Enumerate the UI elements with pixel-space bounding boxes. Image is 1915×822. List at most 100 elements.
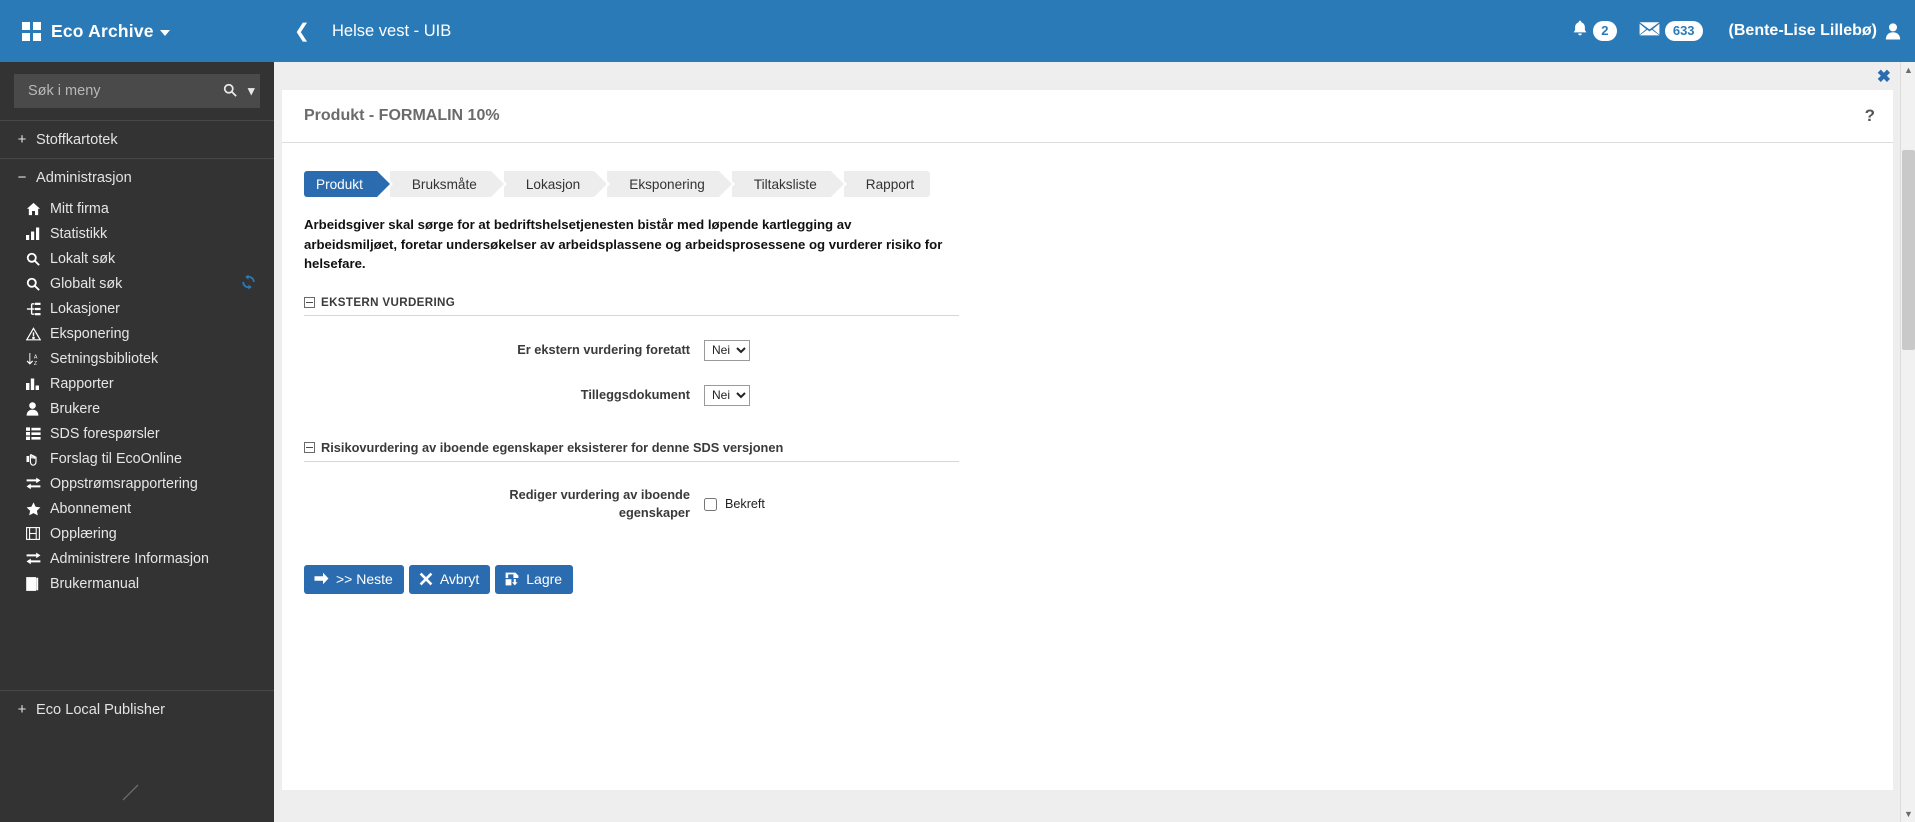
wizard-step-tiltaksliste[interactable]: Tiltaksliste [731, 171, 847, 197]
sidebar-item-label: Lokasjoner [50, 300, 120, 317]
sidebar-item-abonnement[interactable]: Abonnement [0, 496, 274, 521]
wizard-step-label: Tiltaksliste [753, 176, 817, 192]
button-label: Avbryt [439, 570, 480, 587]
scroll-up-arrow[interactable]: ▲ [1901, 62, 1915, 78]
search-input[interactable] [26, 82, 217, 100]
chevron-down-icon[interactable]: ▾ [243, 83, 260, 99]
chevron-left-icon[interactable]: ❮ [284, 22, 320, 41]
sidebar-item-label: Lokalt søk [50, 250, 116, 267]
section-header[interactable]: Risikovurdering av iboende egenskaper ek… [304, 440, 959, 462]
ekstern-vurdering-foretatt-select[interactable]: Nei Ja [704, 339, 750, 361]
sidebar-group-eco-local-publisher[interactable]: + Eco Local Publisher [0, 691, 274, 728]
sidebar-item-eksponering[interactable]: Eksponering [0, 321, 274, 346]
home-icon [26, 201, 46, 217]
wizard-step-bruksmate[interactable]: Bruksmåte [389, 171, 507, 197]
wizard-step-label: Rapport [865, 176, 915, 192]
wizard-step-label: Bruksmåte [411, 176, 477, 192]
section-header[interactable]: EKSTERN VURDERING [304, 296, 959, 316]
sidebar-item-globalt-sok[interactable]: Globalt søk [0, 271, 274, 296]
expand-plus-icon: + [17, 701, 27, 718]
minus-box-icon[interactable] [304, 441, 315, 453]
messages-button[interactable]: 633 [1639, 21, 1703, 41]
product-panel: Produkt - FORMALIN 10% ? Produkt Bruksmå… [282, 90, 1893, 790]
minus-box-icon[interactable] [304, 296, 315, 308]
content-area: ✖ Produkt - FORMALIN 10% ? Produkt Bruks… [274, 62, 1915, 822]
close-row: ✖ [274, 62, 1915, 90]
wizard-step-produkt[interactable]: Produkt [304, 171, 393, 197]
search-icon[interactable] [217, 83, 243, 100]
sidebar-item-label: Administrere Informasjon [50, 550, 209, 567]
sidebar-item-sds-foresporsler[interactable]: SDS forespørsler [0, 421, 274, 446]
cancel-button[interactable]: Avbryt [408, 564, 491, 594]
sidebar-item-brukermanual[interactable]: Brukermanual [0, 571, 274, 596]
wizard-step-rapport[interactable]: Rapport [843, 171, 931, 197]
bar-chart-icon [26, 376, 46, 392]
wizard-step-eksponering[interactable]: Eksponering [607, 171, 735, 197]
sidebar-group-stoffkartotek[interactable]: + Stoffkartotek [0, 121, 274, 158]
sidebar-item-lokasjoner[interactable]: Lokasjoner [0, 296, 274, 321]
page-title: Produkt - FORMALIN 10% [304, 107, 500, 124]
sidebar-item-administrere-informasjon[interactable]: Administrere Informasjon [0, 546, 274, 571]
sidebar-item-label: Brukere [50, 400, 101, 417]
intro-text: Arbeidsgiver skal sørge for at bedriftsh… [304, 217, 943, 272]
panel-body: Produkt Bruksmåte Lokasjon Eksponering T [282, 143, 1893, 614]
wizard-step-label: Lokasjon [525, 176, 581, 192]
sidebar-item-opplaering[interactable]: Opplæring [0, 521, 274, 546]
save-button[interactable]: Lagre [495, 564, 574, 594]
sitemap-icon [26, 301, 46, 317]
book-icon [26, 576, 46, 592]
sidebar: Eco Archive ▾ + Stoffkartotek − Administ [0, 0, 274, 822]
exchange-arrows-icon [26, 551, 46, 567]
refresh-icon[interactable] [241, 274, 256, 293]
wizard-steps: Produkt Bruksmåte Lokasjon Eksponering T [304, 171, 1871, 197]
sidebar-item-lokalt-sok[interactable]: Lokalt søk [0, 246, 274, 271]
main-area: ❮ Helse vest - UIB 2 633 (Bente-Lise Lil… [274, 0, 1915, 822]
section-title: Risikovurdering av iboende egenskaper ek… [321, 439, 784, 455]
next-button[interactable]: >> Neste [304, 564, 404, 594]
section-risikovurdering: Risikovurdering av iboende egenskaper ek… [304, 440, 959, 523]
sidebar-item-label: Statistikk [50, 225, 108, 242]
user-name[interactable]: (Bente-Lise Lillebø) [1729, 22, 1877, 40]
user-icon[interactable] [1885, 22, 1901, 40]
bell-icon [1572, 20, 1588, 42]
wizard-step-label: Eksponering [629, 176, 705, 192]
caret-down-icon[interactable] [159, 29, 170, 36]
sidebar-item-forslag-til-ecoonline[interactable]: Forslag til EcoOnline [0, 446, 274, 471]
grid-squares-icon [22, 21, 41, 41]
sidebar-item-label: Eksponering [50, 325, 130, 342]
field-label: Er ekstern vurdering foretatt [517, 341, 690, 357]
sidebar-item-label: SDS forespørsler [50, 425, 160, 442]
notifications-button[interactable]: 2 [1572, 20, 1617, 42]
sidebar-item-rapporter[interactable]: Rapporter [0, 371, 274, 396]
bekreft-label[interactable]: Bekreft [725, 497, 765, 511]
star-icon [26, 501, 46, 517]
sidebar-item-label: Forslag til EcoOnline [50, 450, 182, 467]
sidebar-item-label: Opplæring [50, 525, 117, 542]
field-label: Tilleggsdokument [580, 386, 690, 402]
search-icon [26, 251, 46, 267]
wizard-step-label: Produkt [316, 176, 363, 192]
sidebar-group-administrasjon[interactable]: − Administrasjon [0, 159, 274, 196]
svg-text:Z: Z [34, 360, 38, 365]
bekreft-checkbox[interactable] [704, 497, 717, 511]
close-icon[interactable]: ✖ [1877, 68, 1891, 85]
brand-bar[interactable]: Eco Archive [0, 0, 274, 62]
search-box[interactable]: ▾ [14, 74, 260, 108]
sort-alpha-icon: A Z [26, 351, 46, 367]
vertical-scrollbar[interactable]: ▲ ▼ [1900, 62, 1915, 822]
sidebar-item-mitt-firma[interactable]: Mitt firma [0, 196, 274, 221]
bekreft-checkbox-wrap: Bekreft [704, 497, 765, 511]
sidebar-item-setningsbibliotek[interactable]: A Z Setningsbibliotek [0, 346, 274, 371]
sidebar-item-oppstromsrapportering[interactable]: Oppstrømsrapportering [0, 471, 274, 496]
warning-triangle-icon [26, 326, 46, 342]
sidebar-item-label: Setningsbibliotek [50, 350, 159, 367]
question-mark-icon[interactable]: ? [1865, 106, 1875, 126]
hand-pointer-icon [26, 451, 46, 467]
tilleggsdokument-select[interactable]: Nei Ja [704, 384, 750, 406]
sidebar-item-brukere[interactable]: Brukere [0, 396, 274, 421]
sidebar-group-label: Stoffkartotek [36, 131, 118, 148]
wizard-step-lokasjon[interactable]: Lokasjon [503, 171, 611, 197]
scroll-down-arrow[interactable]: ▼ [1901, 806, 1915, 822]
sidebar-item-statistikk[interactable]: Statistikk [0, 221, 274, 246]
scrollbar-thumb[interactable] [1902, 150, 1915, 350]
